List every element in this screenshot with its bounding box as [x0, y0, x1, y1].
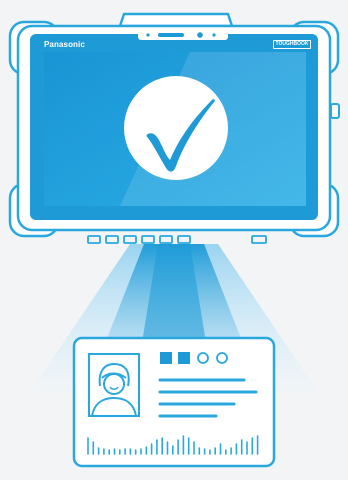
- camera-bar: [138, 30, 228, 40]
- square-indicator: [160, 352, 172, 364]
- brand-logo: Panasonic: [44, 40, 85, 49]
- side-button: [330, 103, 340, 119]
- id-card: [72, 336, 276, 468]
- square-indicator: [178, 352, 190, 364]
- checkmark-icon: [124, 76, 228, 180]
- illustration: [8, 12, 340, 468]
- model-badge: TOUGHBOOK: [273, 40, 311, 49]
